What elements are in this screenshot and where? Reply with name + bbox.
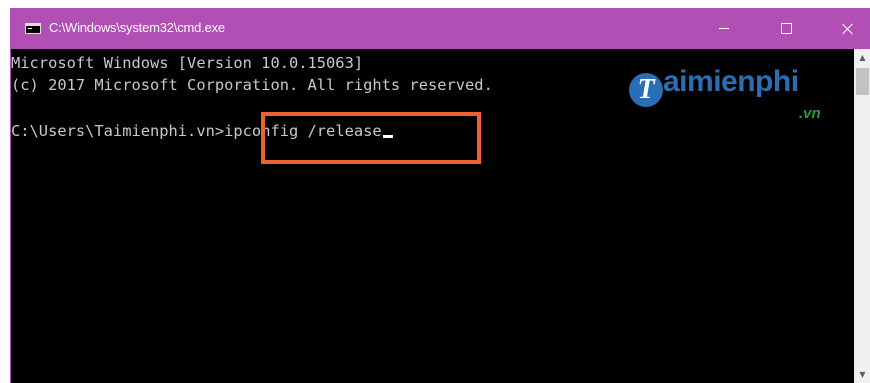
taimienphi-logo-text: aimienphi bbox=[663, 65, 799, 98]
command-highlight-box bbox=[261, 112, 481, 164]
scroll-down-arrow-icon[interactable]: ▼ bbox=[854, 366, 870, 383]
scroll-up-arrow-icon[interactable]: ▲ bbox=[854, 49, 870, 66]
maximize-button[interactable] bbox=[763, 8, 809, 49]
minimize-button[interactable] bbox=[701, 8, 747, 49]
taimienphi-logo-tld: .vn bbox=[799, 105, 821, 122]
console-output[interactable]: Microsoft Windows [Version 10.0.15063] (… bbox=[11, 49, 854, 383]
command-prompt-icon[interactable] bbox=[25, 23, 41, 34]
maximize-icon bbox=[780, 23, 792, 34]
taimienphi-logo-icon: T bbox=[629, 73, 663, 107]
minimize-icon bbox=[719, 28, 729, 29]
close-icon bbox=[842, 23, 854, 35]
window-title: C:\Windows\system32\cmd.exe bbox=[49, 20, 225, 35]
console-line-copyright: (c) 2017 Microsoft Corporation. All righ… bbox=[11, 76, 493, 94]
console-line-version: Microsoft Windows [Version 10.0.15063] bbox=[11, 54, 364, 72]
title-bar[interactable]: C:\Windows\system32\cmd.exe bbox=[11, 8, 870, 49]
taimienphi-watermark: T aimienphi .vn bbox=[629, 65, 849, 129]
prompt-text: C:\Users\Taimienphi.vn> bbox=[11, 122, 225, 140]
vertical-scrollbar[interactable]: ▲ ▼ bbox=[854, 49, 870, 383]
scroll-thumb[interactable] bbox=[856, 68, 869, 95]
cmd-window: C:\Windows\system32\cmd.exe Microsoft Wi… bbox=[10, 8, 870, 383]
close-button[interactable] bbox=[825, 8, 870, 49]
